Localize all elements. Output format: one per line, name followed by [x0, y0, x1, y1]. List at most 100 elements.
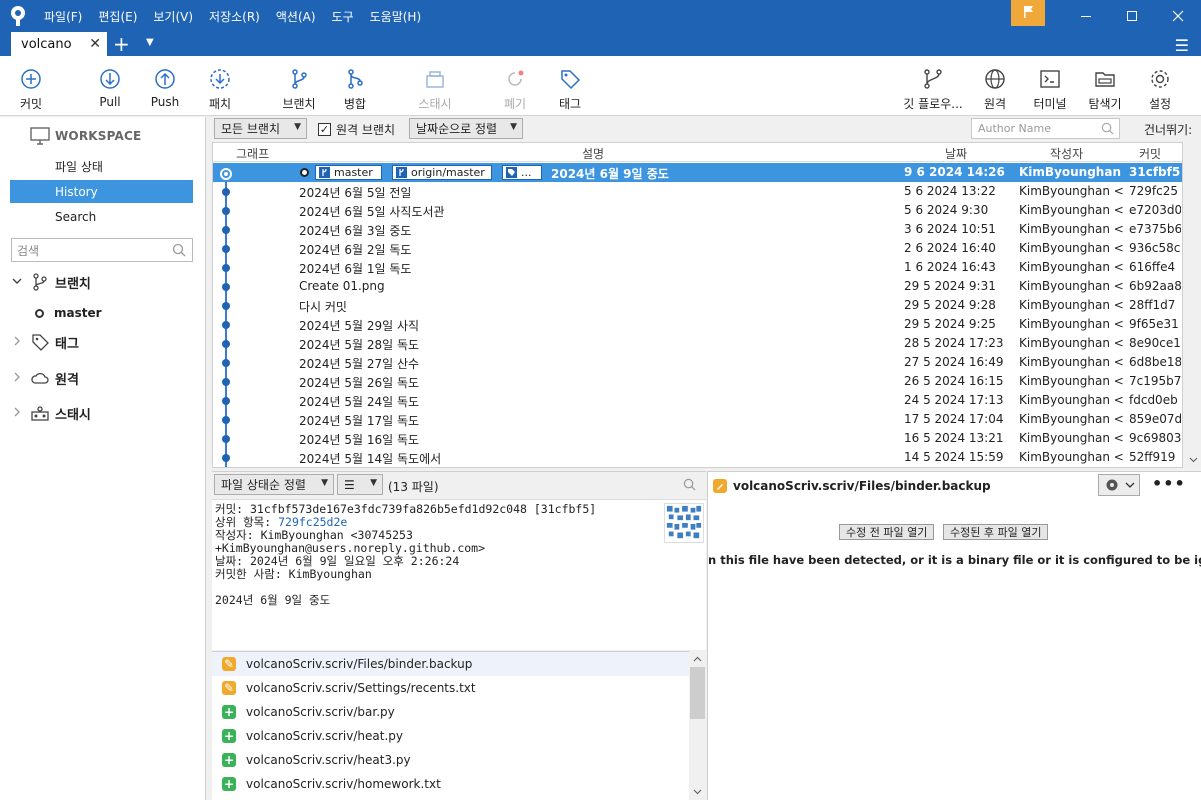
discard-button[interactable]: 폐기 — [498, 56, 532, 116]
commit-description: 2024년 6월 2일 독도 — [299, 243, 412, 257]
merge-label: 병합 — [343, 97, 367, 111]
table-row[interactable]: 2024년 6월 5일 전일 5 6 2024 13:22 KimByounghan… — [213, 182, 1182, 201]
add-tab-button[interactable]: + — [113, 33, 130, 55]
remotes-label: 원격 — [55, 372, 79, 388]
remote-branches-checkbox[interactable]: ✓ 원격 브랜치 — [318, 121, 395, 138]
maximize-button[interactable] — [1109, 0, 1155, 32]
branch-icon — [292, 69, 307, 89]
explorer-label: 탐색기 — [1088, 97, 1122, 111]
checkbox-checked-icon: ✓ — [318, 123, 331, 136]
sidebar-branch-master[interactable]: master — [35, 306, 102, 320]
notification-flag-button[interactable] — [1011, 0, 1045, 26]
sidebar-item-history[interactable]: History — [10, 180, 193, 203]
column-date[interactable]: 날짜 — [945, 145, 967, 162]
table-row[interactable]: 2024년 5월 16일 독도 16 5 2024 13:21 KimByoungh… — [213, 429, 1182, 448]
menu-actions[interactable]: 액션(A) — [268, 8, 324, 25]
pull-button[interactable]: Pull — [93, 56, 127, 116]
commit-author: KimByounghan <3 — [1019, 336, 1123, 350]
list-item[interactable]: ✎ volcanoScriv.scriv/Files/binder.backup — [212, 652, 689, 676]
table-row[interactable]: 2024년 5월 28일 독도 28 5 2024 17:23 KimByoungh… — [213, 334, 1182, 353]
column-commit[interactable]: 커밋 — [1139, 145, 1161, 162]
list-item[interactable]: + volcanoScriv.scriv/bar.py — [212, 700, 689, 724]
scroll-thumb[interactable] — [690, 667, 705, 719]
search-icon[interactable] — [683, 478, 696, 491]
terminal-button[interactable]: 터미널 — [1030, 56, 1070, 116]
branch-filter-dropdown[interactable]: 모든 브랜치 ▼ — [214, 118, 307, 139]
patch-icon — [210, 69, 230, 89]
settings-button[interactable]: 설정 — [1143, 56, 1177, 116]
push-button[interactable]: Push — [148, 56, 182, 116]
table-row[interactable]: 2024년 5월 27일 산수 27 5 2024 16:49 KimByoungh… — [213, 353, 1182, 372]
list-item[interactable]: + volcanoScriv.scriv/heat3.py — [212, 748, 689, 772]
sidebar-group-stashes[interactable]: 스태시 — [12, 403, 91, 423]
column-graph[interactable]: 그래프 — [236, 145, 269, 162]
merge-button[interactable]: 병합 — [338, 56, 372, 116]
branch-badge-master[interactable]: master — [315, 165, 382, 180]
menu-tools[interactable]: 도구 — [324, 8, 362, 25]
table-row[interactable]: 2024년 6월 3일 중도 3 6 2024 10:51 KimByounghan… — [213, 220, 1182, 239]
file-list-scrollbar[interactable] — [689, 651, 706, 800]
table-row[interactable]: 2024년 6월 2일 독도 2 6 2024 16:40 KimByounghan… — [213, 239, 1182, 258]
table-row[interactable]: 2024년 5월 24일 독도 24 5 2024 17:13 KimByoungh… — [213, 391, 1182, 410]
chevron-right-icon — [12, 336, 26, 349]
table-row[interactable]: 2024년 5월 14일 독도에서 14 5 2024 15:59 KimByoun… — [213, 448, 1182, 467]
menu-view[interactable]: 보기(V) — [145, 8, 201, 25]
menu-edit[interactable]: 편집(E) — [90, 8, 145, 25]
table-row[interactable]: 2024년 6월 5일 사직도서관 5 6 2024 9:30 KimByoungh… — [213, 201, 1182, 220]
branch-badge-origin-master[interactable]: origin/master — [392, 165, 492, 180]
tab-close-icon[interactable]: ✕ — [89, 36, 101, 52]
author-filter-input[interactable]: Author Name — [971, 118, 1120, 139]
diff-options-button[interactable] — [1098, 474, 1140, 496]
remote-button[interactable]: 원격 — [978, 56, 1012, 116]
tab-volcano[interactable]: volcano ✕ — [11, 32, 107, 56]
sidebar-group-tags[interactable]: 태그 — [12, 332, 79, 352]
menu-file[interactable]: 파일(F) — [36, 8, 90, 25]
sidebar-group-branches[interactable]: 브랜치 — [12, 272, 91, 292]
tab-dropdown-icon[interactable]: ▼ — [146, 37, 154, 48]
parent-hash-link[interactable]: 729fc25d2e — [278, 515, 347, 529]
file-name: volcanoScriv.scriv/homework.txt — [246, 777, 441, 791]
list-item[interactable]: + volcanoScriv.scriv/heat.py — [212, 724, 689, 748]
view-mode-dropdown[interactable]: ☰ ▼ — [337, 474, 383, 495]
sidebar-group-remotes[interactable]: 원격 — [12, 368, 79, 388]
commit-hash: 9f65e31 — [1129, 317, 1179, 331]
commit-button[interactable]: 커밋 — [14, 56, 48, 116]
list-item[interactable]: ✎ volcanoScriv.scriv/Settings/recents.txt — [212, 676, 689, 700]
branch-icon — [33, 273, 47, 291]
sidebar-item-file-status[interactable]: 파일 상태 — [10, 155, 193, 178]
table-row[interactable]: master origin/master... 2024년 6월 9일 중도 9 6 … — [213, 163, 1182, 182]
minimize-button[interactable] — [1063, 0, 1109, 32]
table-row[interactable]: Create 01.png 29 5 2024 9:31 KimByounghan … — [213, 277, 1182, 296]
git-flow-button[interactable]: 깃 플로우... — [898, 56, 968, 116]
commit-details: 커밋: 31cfbf573de167e3fdc739fa826b5efd1d92… — [212, 499, 706, 650]
open-before-button[interactable]: 수정 전 파일 열기 — [839, 524, 935, 540]
column-description[interactable]: 설명 — [582, 145, 604, 162]
commit-date: 5 6 2024 9:30 — [904, 203, 989, 217]
history-scrollbar[interactable] — [1186, 160, 1201, 467]
explorer-button[interactable]: 탐색기 — [1085, 56, 1125, 116]
discard-icon — [508, 70, 524, 86]
sort-dropdown[interactable]: 날짜순으로 정렬 ▼ — [409, 118, 523, 139]
tag-button[interactable]: 태그 — [553, 56, 587, 116]
close-window-button[interactable] — [1155, 0, 1201, 32]
table-row[interactable]: 2024년 6월 1일 독도 1 6 2024 16:43 KimByounghan… — [213, 258, 1182, 277]
table-row[interactable]: 다시 커밋 29 5 2024 9:28 KimByounghan <3 28ff1d… — [213, 296, 1182, 315]
branch-button[interactable]: 브랜치 — [279, 56, 319, 116]
table-row[interactable]: 2024년 5월 17일 독도 17 5 2024 17:04 KimByoungh… — [213, 410, 1182, 429]
table-row[interactable]: 2024년 5월 29일 사직 29 5 2024 9:25 KimByoungha… — [213, 315, 1182, 334]
hamburger-menu-icon[interactable]: ☰ — [1175, 36, 1189, 55]
stash-button[interactable]: 스태시 — [413, 56, 457, 116]
menu-repository[interactable]: 저장소(R) — [201, 8, 268, 25]
more-options-icon[interactable]: ••• — [1152, 474, 1186, 493]
table-row[interactable]: 2024년 5월 26일 독도 26 5 2024 16:15 KimByoungh… — [213, 372, 1182, 391]
menu-help[interactable]: 도움말(H) — [362, 8, 430, 25]
open-after-button[interactable]: 수정된 후 파일 열기 — [943, 524, 1049, 540]
tag-badge[interactable]: ... — [502, 165, 542, 180]
sidebar-search-input[interactable]: 검색 — [11, 238, 193, 262]
sidebar-item-search[interactable]: Search — [10, 205, 193, 228]
patch-button[interactable]: 패치 — [203, 56, 237, 116]
list-item[interactable]: + volcanoScriv.scriv/homework.txt — [212, 772, 689, 796]
file-sort-dropdown[interactable]: 파일 상태순 정렬 ▼ — [214, 474, 334, 495]
column-author[interactable]: 작성자 — [1050, 145, 1083, 162]
commit-date: 5 6 2024 13:22 — [904, 184, 996, 198]
